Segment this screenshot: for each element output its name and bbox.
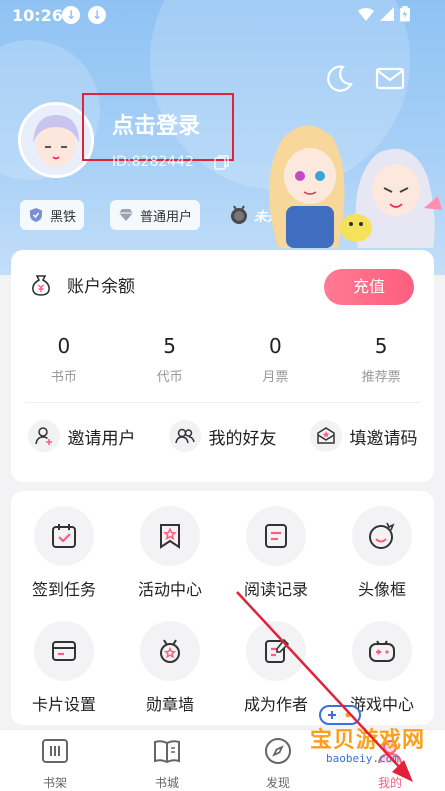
gamepad-icon [352,621,412,681]
invite-users-link[interactable]: 邀请用户 [27,420,136,452]
stat-value: 5 [163,334,176,358]
feature-avatar-frame[interactable]: 头像框 [329,506,435,600]
download-icon: ↓ [62,6,80,24]
avatar-image [21,105,91,175]
stat-monthly-tickets[interactable]: 0 月票 [223,334,329,385]
feature-label: 头像框 [357,580,406,599]
user-id: ID:8282442 [112,154,194,170]
night-mode-icon[interactable] [323,62,355,94]
calendar-check-icon [34,506,94,566]
account-card: 账户余额 充值 0 书币 5 代币 0 月票 5 推荐票 邀请用户 我的好友 填… [11,250,434,482]
stat-book-coins[interactable]: 0 书币 [11,334,117,385]
message-icon[interactable] [374,62,406,94]
stat-recommend-tickets[interactable]: 5 推荐票 [328,334,434,385]
highlight-box [82,93,234,161]
compass-icon [265,738,291,764]
tab-bookstore[interactable]: 书城 [127,736,207,791]
copy-icon[interactable] [213,153,231,171]
site-watermark: 宝贝游戏网 baobeiy.com [310,700,440,786]
stat-label: 月票 [262,370,289,385]
account-balance-title: 账户余额 [67,277,135,297]
pen-document-icon [246,621,306,681]
mascot-illustration [269,125,442,248]
card-icon [34,621,94,681]
battery-icon [400,6,410,22]
stat-label: 书币 [50,370,77,385]
membership-badge[interactable]: 普通用户 [110,200,201,230]
tab-label: 发现 [265,776,290,790]
profile-header: 10:26 ↓ ↓ 点击登录 ID:8282442 黑铁 普通用户 [0,0,445,275]
wifi-icon [358,7,374,21]
smiley-crown-icon [352,506,412,566]
enter-invite-code-link[interactable]: 填邀请码 [309,420,418,452]
balance-stats: 0 书币 5 代币 0 月票 5 推荐票 [11,334,434,385]
medal-icon [140,621,200,681]
friends-icon [168,420,201,452]
watermark-url: baobeiy.com [326,752,399,765]
stat-tokens[interactable]: 5 代币 [117,334,223,385]
tab-discover[interactable]: 发现 [238,736,318,791]
shield-icon [30,208,42,222]
stat-value: 5 [374,334,388,358]
feature-checkin-tasks[interactable]: 签到任务 [11,506,117,600]
download-icon: ↓ [88,6,106,24]
feature-grid: 签到任务 活动中心 阅读记录 头像框 卡片设置 勋章墙 成为作者 游戏中心 [11,491,434,725]
invite-users-label: 邀请用户 [67,428,136,449]
bookshelf-icon [42,739,68,763]
stat-value: 0 [269,334,282,358]
social-links: 邀请用户 我的好友 填邀请码 [11,420,434,452]
level-badge[interactable]: 黑铁 [20,200,85,230]
stat-label: 代币 [156,370,183,385]
enter-invite-code-label: 填邀请码 [349,428,418,449]
status-time: 10:26 [12,6,63,25]
add-user-icon [27,420,60,452]
diamond-icon [119,209,133,221]
watermark-brand: 宝贝游戏网 [310,728,426,753]
feature-reading-history[interactable]: 阅读记录 [223,506,329,600]
feature-medal-wall[interactable]: 勋章墙 [117,621,223,715]
feature-label: 阅读记录 [243,580,308,599]
stat-value: 0 [57,334,71,358]
account-balance-header[interactable]: 账户余额 [29,272,135,297]
tab-bookshelf[interactable]: 书架 [15,736,95,791]
stat-label: 推荐票 [361,370,401,385]
signal-icon [380,7,394,21]
level-badge-label: 黑铁 [50,209,77,225]
recharge-button[interactable]: 充值 [324,269,414,305]
feature-card-settings[interactable]: 卡片设置 [11,621,117,715]
envelope-star-icon [309,420,342,452]
my-friends-label: 我的好友 [208,428,277,449]
feature-label: 卡片设置 [31,695,96,714]
my-friends-link[interactable]: 我的好友 [168,420,277,452]
bookmark-star-icon [140,506,200,566]
status-bar: 10:26 ↓ ↓ [0,0,445,32]
feature-label: 活动中心 [137,580,202,599]
feature-label: 勋章墙 [145,695,194,714]
tab-label: 书架 [42,776,67,790]
feature-label: 签到任务 [31,580,96,599]
book-open-icon [154,740,180,764]
feature-activity-center[interactable]: 活动中心 [117,506,223,600]
divider [25,402,420,403]
tab-label: 书城 [154,776,179,790]
document-lines-icon [246,506,306,566]
membership-badge-label: 普通用户 [140,209,193,225]
money-bag-icon [32,274,50,296]
